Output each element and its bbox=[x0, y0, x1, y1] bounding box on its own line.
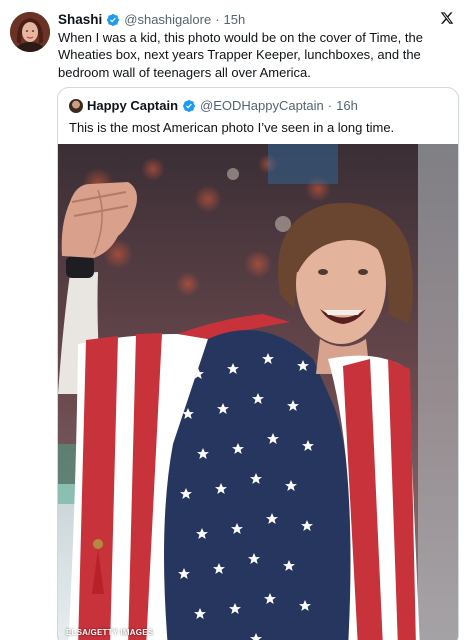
quoted-author-handle[interactable]: @EODHappyCaptain bbox=[200, 97, 324, 114]
tweet-header: Shashi @shashigalore · 15h bbox=[58, 11, 245, 28]
tweet-text: When I was a kid, this photo would be on… bbox=[58, 30, 423, 80]
author-avatar[interactable] bbox=[10, 12, 50, 52]
x-logo-icon[interactable] bbox=[440, 11, 454, 25]
verified-badge-icon bbox=[183, 99, 195, 112]
quoted-author-name[interactable]: Happy Captain bbox=[87, 97, 178, 114]
photo-credit: ELSA/GETTY IMAGES bbox=[66, 628, 154, 637]
author-name[interactable]: Shashi bbox=[58, 11, 102, 28]
separator-dot: · bbox=[327, 98, 333, 113]
author-handle[interactable]: @shashigalore bbox=[124, 11, 211, 28]
quoted-timestamp[interactable]: 16h bbox=[336, 97, 358, 114]
tweet-card: Shashi @shashigalore · 15h When I was a … bbox=[0, 0, 469, 640]
quoted-tweet[interactable]: Happy Captain @EODHappyCaptain · 16h Thi… bbox=[57, 87, 459, 640]
separator-dot: · bbox=[215, 12, 220, 27]
quoted-tweet-text: This is the most American photo I’ve see… bbox=[69, 120, 395, 135]
tweet-photo[interactable]: ELSA/GETTY IMAGES bbox=[58, 144, 458, 640]
verified-badge-icon bbox=[107, 13, 120, 26]
quoted-author-avatar[interactable] bbox=[69, 98, 83, 113]
quoted-tweet-header: Happy Captain @EODHappyCaptain · 16h bbox=[69, 97, 358, 114]
tweet-timestamp[interactable]: 15h bbox=[224, 11, 246, 28]
